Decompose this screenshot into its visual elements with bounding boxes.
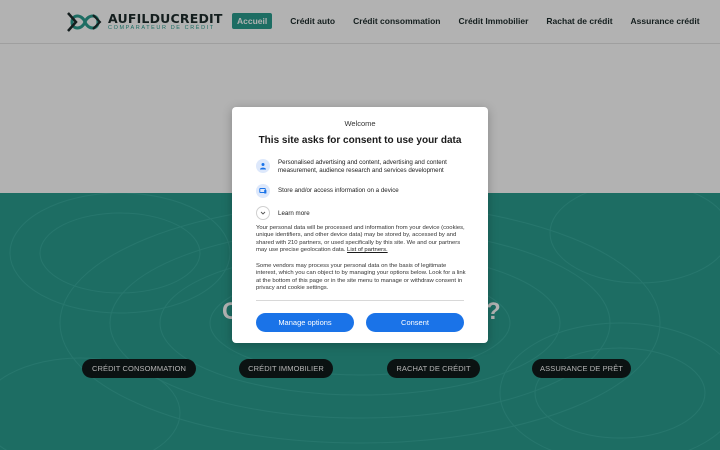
manage-options-button[interactable]: Manage options bbox=[256, 313, 354, 332]
consent-button[interactable]: Consent bbox=[366, 313, 464, 332]
consent-paragraph-data: Your personal data will be processed and… bbox=[256, 225, 466, 255]
learn-more-toggle[interactable]: Learn more bbox=[256, 206, 310, 220]
person-icon bbox=[256, 159, 270, 173]
chevron-down-icon bbox=[256, 206, 270, 220]
list-of-partners-link[interactable]: List of partners. bbox=[347, 247, 388, 253]
dialog-welcome: Welcome bbox=[344, 119, 376, 128]
dialog-divider bbox=[256, 300, 464, 301]
consent-dialog: Welcome This site asks for consent to us… bbox=[232, 107, 488, 343]
consent-paragraph-legitimate-interest: Some vendors may process your personal d… bbox=[256, 263, 466, 292]
device-icon bbox=[256, 184, 270, 198]
purpose-device-text: Store and/or access information on a dev… bbox=[278, 187, 399, 194]
purpose-advertising: Personalised advertising and content, ad… bbox=[256, 159, 468, 175]
learn-more-label: Learn more bbox=[278, 209, 310, 217]
purpose-advertising-text: Personalised advertising and content, ad… bbox=[278, 159, 447, 174]
dialog-title: This site asks for consent to use your d… bbox=[258, 135, 462, 146]
purpose-device-storage: Store and/or access information on a dev… bbox=[256, 184, 468, 198]
